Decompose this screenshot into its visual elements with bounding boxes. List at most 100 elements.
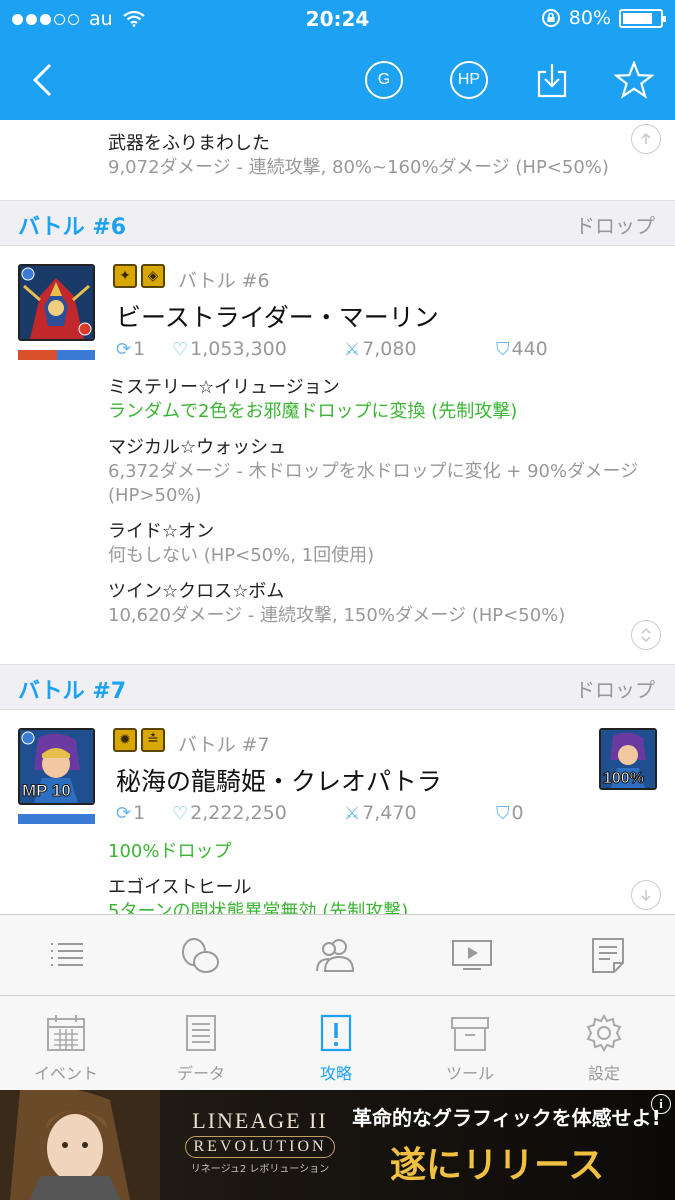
skill-desc: ランダムで2色をお邪魔ドロップに変換 (先制攻撃) [108, 401, 518, 422]
skill-desc: 6,372ダメージ - 木ドロップを水ドロップに変化 + 90%ダメージ (HP… [108, 461, 639, 506]
skill-name: マジカル☆ウォッシュ [108, 437, 287, 458]
favorite-button[interactable] [612, 58, 656, 102]
ad-brand: LINEAGE II [192, 1108, 328, 1133]
tab-guide[interactable]: 攻略 [286, 1014, 386, 1084]
download-icon [537, 64, 567, 98]
download-button[interactable] [530, 58, 574, 102]
g-icon: G [365, 61, 403, 99]
section-header-battle6: バトル #6 ドロップ [0, 200, 675, 246]
arrow-up-icon [641, 132, 651, 144]
ad-info-icon[interactable]: i [651, 1094, 671, 1114]
drop-rate-badge: 100% [603, 770, 645, 788]
tab-tools[interactable]: ツール [420, 1014, 520, 1084]
list-icon [51, 943, 83, 966]
list-button[interactable] [44, 935, 88, 975]
section-header-battle7: バトル #7 ドロップ [0, 664, 675, 710]
ad-logo: LINEAGE II REVOLUTION リネージュ2 レボリューション [175, 1108, 345, 1175]
tab-label: 攻略 [319, 1064, 352, 1083]
type-balanced-icon: ✦ [113, 264, 137, 288]
ad-headline: 革命的なグラフィックを体感せよ! [352, 1106, 661, 1130]
content-scroll[interactable]: 武器をふりまわした 9,072ダメージ - 連続攻撃, 80%~160%ダメージ… [0, 120, 675, 915]
skill-desc: 5ターンの間状態異常無効 (先制攻撃) [108, 901, 409, 915]
skill-desc: 9,072ダメージ - 連続攻撃, 80%~160%ダメージ (HP<50%) [108, 157, 609, 178]
turns-value: 1 [133, 802, 146, 824]
skill-item: マジカル☆ウォッシュ 6,372ダメージ - 木ドロップを水ドロップに変化 + … [108, 436, 648, 508]
calendar-icon [47, 1015, 85, 1051]
hp-icon: HP [450, 61, 488, 99]
section-title: バトル #6 [18, 215, 127, 240]
ad-sub-jp: リネージュ2 レボリューション [190, 1164, 330, 1175]
skill-item: エゴイストヒール 5ターンの間状態異常無効 (先制攻撃) [108, 876, 648, 915]
drop-link[interactable]: ドロップ [575, 210, 655, 239]
battle-card: MP 10 ✹ ≛ バトル #7 秘海の龍騎姫・クレオパトラ 100% ⟳ 1 ♡… [0, 710, 675, 915]
ad-character-image [0, 1090, 160, 1200]
video-button[interactable] [450, 935, 494, 975]
monster-avatar[interactable] [18, 264, 95, 341]
expand-button[interactable] [631, 620, 661, 650]
tab-bar: イベント データ 攻略 ツール 設定 [0, 996, 675, 1090]
defense-value: 440 [511, 338, 548, 360]
team-button[interactable] [314, 935, 358, 975]
tab-event[interactable]: イベント [16, 1014, 116, 1084]
notes-button[interactable] [586, 935, 630, 975]
hp-value: 2,222,250 [190, 802, 287, 824]
heart-icon: ♡ [172, 802, 189, 824]
battle-label: バトル #7 [178, 734, 270, 756]
turn-icon: ⟳ [116, 802, 132, 824]
status-bar: au 20:24 80% [0, 0, 675, 40]
skill-desc: 何もしない (HP<50%, 1回使用) [108, 545, 375, 566]
type-icons: ✦ ◈ [113, 264, 165, 288]
eggs-button[interactable] [178, 935, 222, 975]
tab-label: データ [176, 1064, 225, 1083]
drop-text: 100%ドロップ [108, 841, 232, 862]
type-beast-icon: ◈ [141, 264, 165, 288]
gold-button[interactable]: G [362, 58, 406, 102]
skill-row: 武器をふりまわした 9,072ダメージ - 連続攻撃, 80%~160%ダメージ… [0, 120, 675, 200]
drop-link[interactable]: ドロップ [575, 674, 655, 703]
monster-name: 秘海の龍騎姫・クレオパトラ [116, 767, 442, 796]
skill-list: 100%ドロップ エゴイストヒール 5ターンの間状態異常無効 (先制攻撃) [108, 840, 648, 915]
tab-data[interactable]: データ [151, 1014, 251, 1084]
skill-name: ミステリー☆イリュージョン [108, 377, 340, 398]
battery-icon [619, 8, 666, 28]
type-dragon-icon: ✹ [113, 728, 137, 752]
ad-sub: REVOLUTION [185, 1136, 335, 1158]
attack-value: 7,470 [362, 802, 417, 824]
ad-release: 遂にリリース [390, 1144, 605, 1186]
attribute-bar [18, 350, 95, 360]
sword-icon: ⚔ [344, 338, 361, 360]
section-title: バトル #7 [18, 679, 127, 704]
type-god-icon: ≛ [141, 728, 165, 752]
hp-button[interactable]: HP [447, 58, 491, 102]
data-icon [186, 1015, 216, 1051]
tab-label: ツール [445, 1064, 494, 1083]
document-icon [592, 938, 624, 973]
gear-icon [586, 1014, 622, 1052]
skill-name: ツイン☆クロス☆ボム [108, 581, 285, 602]
guide-icon [320, 1014, 352, 1052]
attribute-bar [18, 814, 95, 824]
scroll-down-button[interactable] [631, 880, 661, 910]
toolbox-icon [451, 1017, 489, 1051]
tab-settings[interactable]: 設定 [554, 1014, 654, 1084]
back-button[interactable] [20, 58, 64, 102]
ad-banner[interactable]: LINEAGE II REVOLUTION リネージュ2 レボリューション 革命… [0, 1090, 675, 1200]
monster-avatar[interactable]: MP 10 [18, 728, 95, 805]
rotation-lock-icon [541, 9, 560, 27]
scroll-up-button[interactable] [631, 124, 661, 154]
skill-item: ライド☆オン 何もしない (HP<50%, 1回使用) [108, 520, 648, 568]
video-icon [452, 940, 492, 970]
sword-icon: ⚔ [344, 802, 361, 824]
skill-item: ツイン☆クロス☆ボム 10,620ダメージ - 連続攻撃, 150%ダメージ (… [108, 580, 648, 628]
expand-icon [641, 628, 651, 642]
turn-icon: ⟳ [116, 338, 132, 360]
attack-value: 7,080 [362, 338, 417, 360]
drop-monster-thumb[interactable]: 100% [599, 728, 657, 790]
battery-percent: 80% [568, 7, 611, 29]
users-icon [316, 939, 355, 972]
shield-icon: ⛉ [496, 802, 510, 824]
tab-label: イベント [33, 1064, 98, 1083]
skill-list: ミステリー☆イリュージョン ランダムで2色をお邪魔ドロップに変換 (先制攻撃) … [108, 376, 648, 640]
skill-name: ライド☆オン [108, 521, 215, 542]
eggs-icon [182, 938, 219, 973]
